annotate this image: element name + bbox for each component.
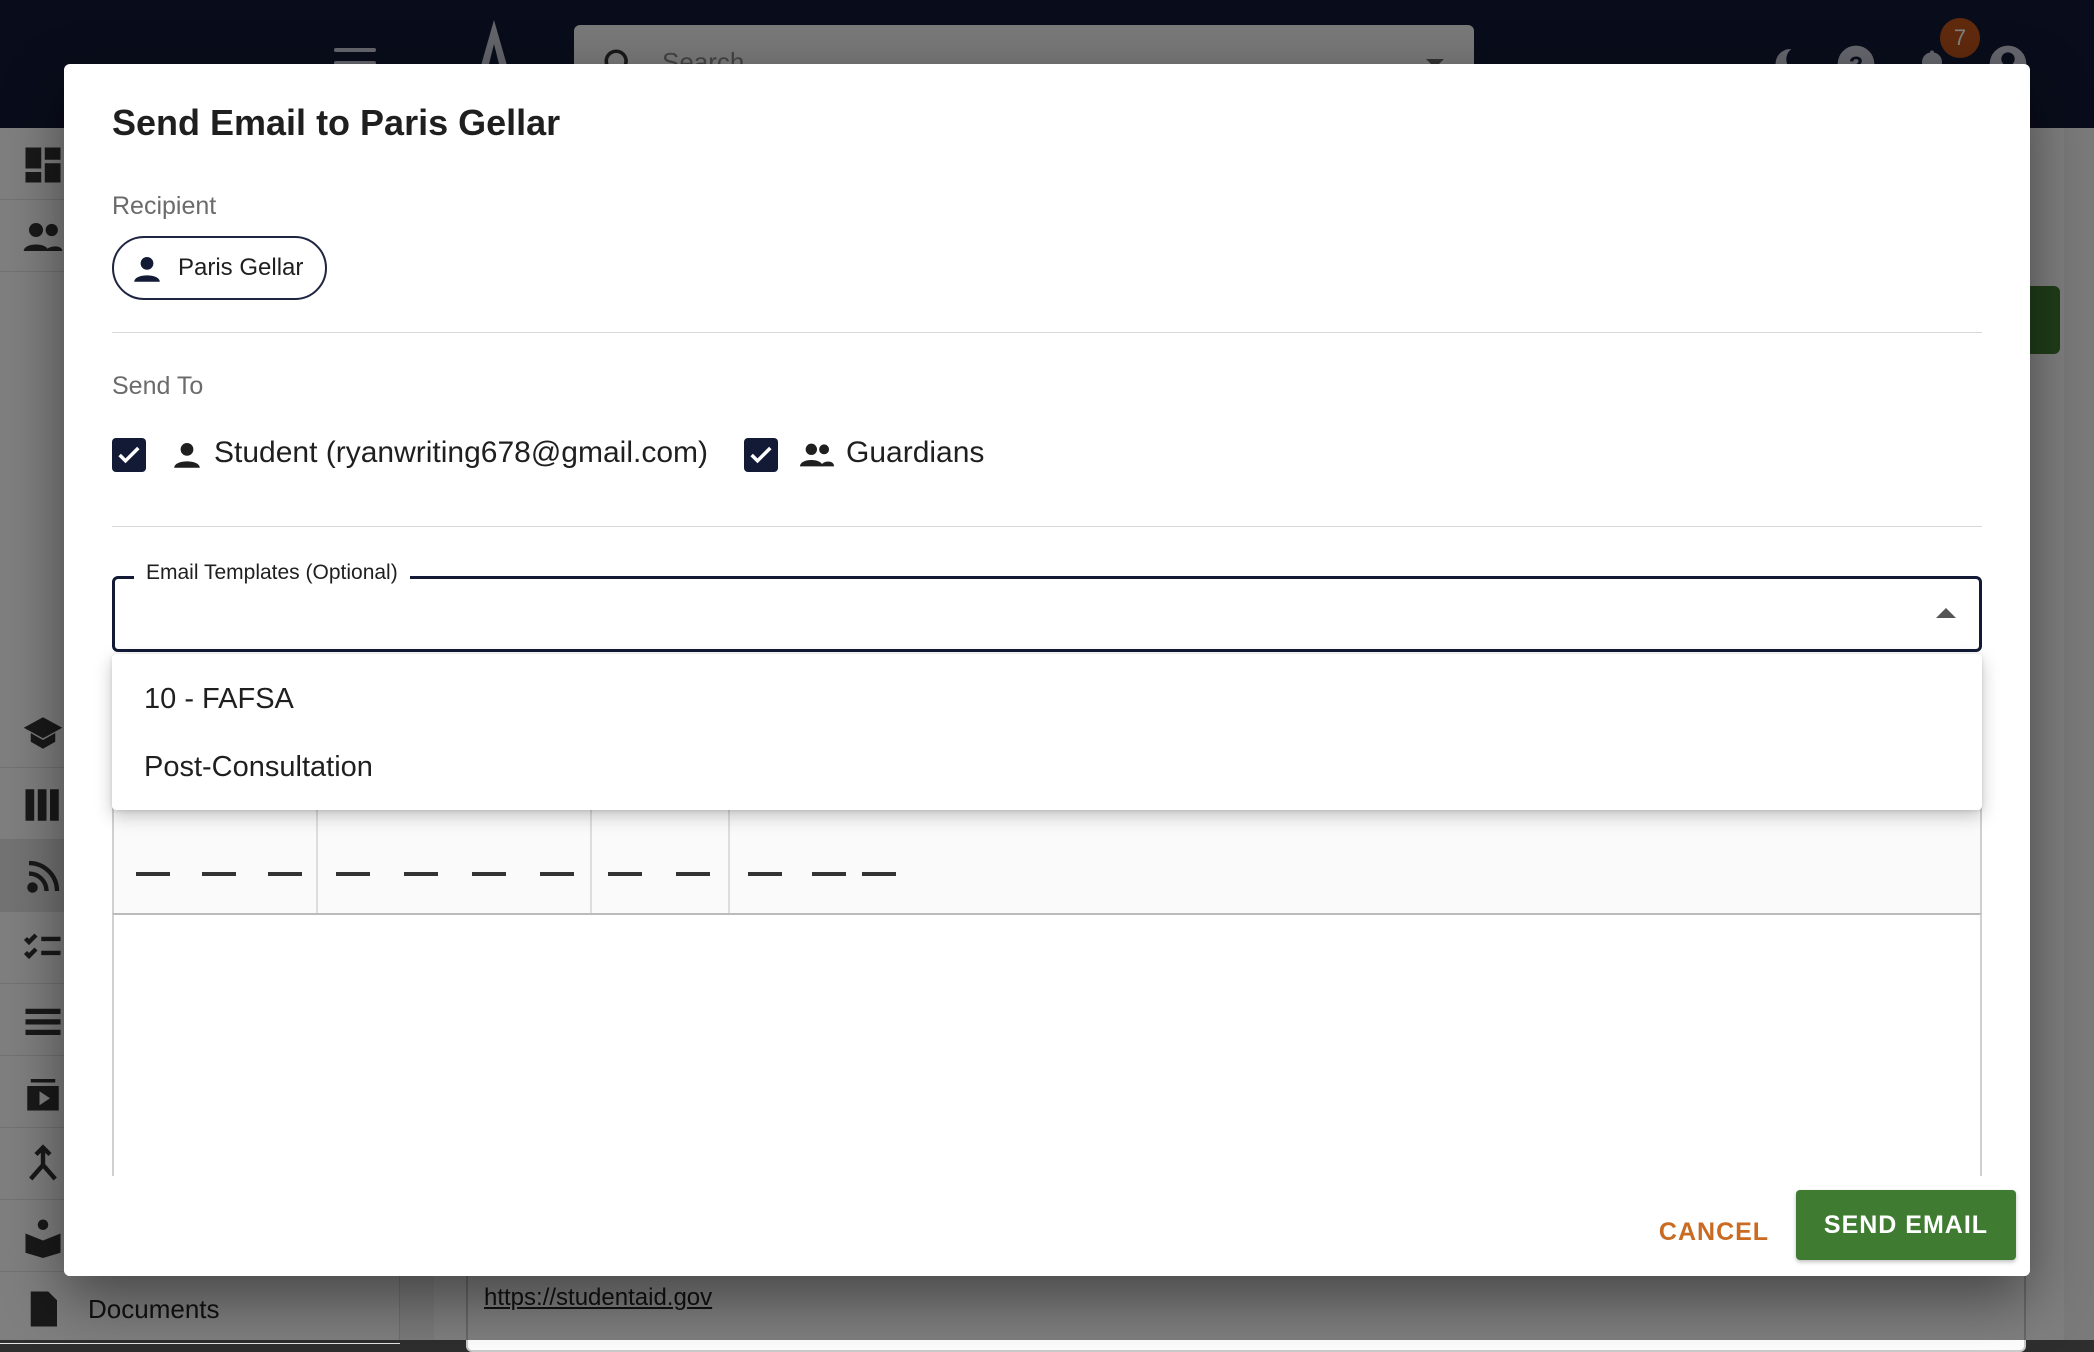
recipient-chip-label: Paris Gellar [178,254,303,282]
divider [112,332,1982,333]
student-option-label[interactable]: Student (ryanwriting678@gmail.com) [214,436,708,470]
cancel-button[interactable]: CANCEL [1644,1204,1784,1260]
email-templates-label: Email Templates (Optional) [134,561,410,585]
editor-toolbar [112,804,1982,914]
chevron-up-icon[interactable] [1936,608,1956,618]
template-dropdown-menu: 10 - FAFSA Post-Consultation [112,654,1982,810]
bullet-list-icon[interactable] [336,872,370,902]
person-icon [130,252,164,286]
recipient-chip: Paris Gellar [112,236,327,300]
undo-icon[interactable] [812,872,846,902]
send-email-button[interactable]: SEND EMAIL [1796,1190,2016,1260]
student-checkbox[interactable] [112,438,146,472]
outdent-icon[interactable] [472,872,506,902]
group-icon [800,438,834,472]
recipient-label: Recipient [112,192,216,221]
insert-group [592,806,730,916]
check-icon [115,441,143,469]
divider [112,526,1982,527]
misc-group [730,806,930,916]
list-format-group [318,806,592,916]
bold-icon[interactable] [136,872,170,902]
check-icon [747,441,775,469]
template-option[interactable]: 10 - FAFSA [112,666,1982,732]
image-icon[interactable] [676,872,710,902]
dialog-footer: CANCEL SEND EMAIL [64,1176,2030,1276]
indent-icon[interactable] [540,872,574,902]
link-icon[interactable] [608,872,642,902]
person-icon [170,438,204,472]
guardians-checkbox[interactable] [744,438,778,472]
send-email-dialog: Send Email to Paris Gellar Recipient Par… [64,64,2030,1276]
numbered-list-icon[interactable] [404,872,438,902]
template-option[interactable]: Post-Consultation [112,734,1982,800]
guardians-option-label[interactable]: Guardians [846,436,984,470]
dialog-title: Send Email to Paris Gellar [112,102,560,144]
italic-icon[interactable] [202,872,236,902]
underline-icon[interactable] [268,872,302,902]
clear-format-icon[interactable] [748,872,782,902]
text-format-group [114,806,318,916]
redo-icon[interactable] [862,872,896,902]
email-templates-select[interactable] [112,576,1982,652]
send-to-label: Send To [112,372,203,401]
